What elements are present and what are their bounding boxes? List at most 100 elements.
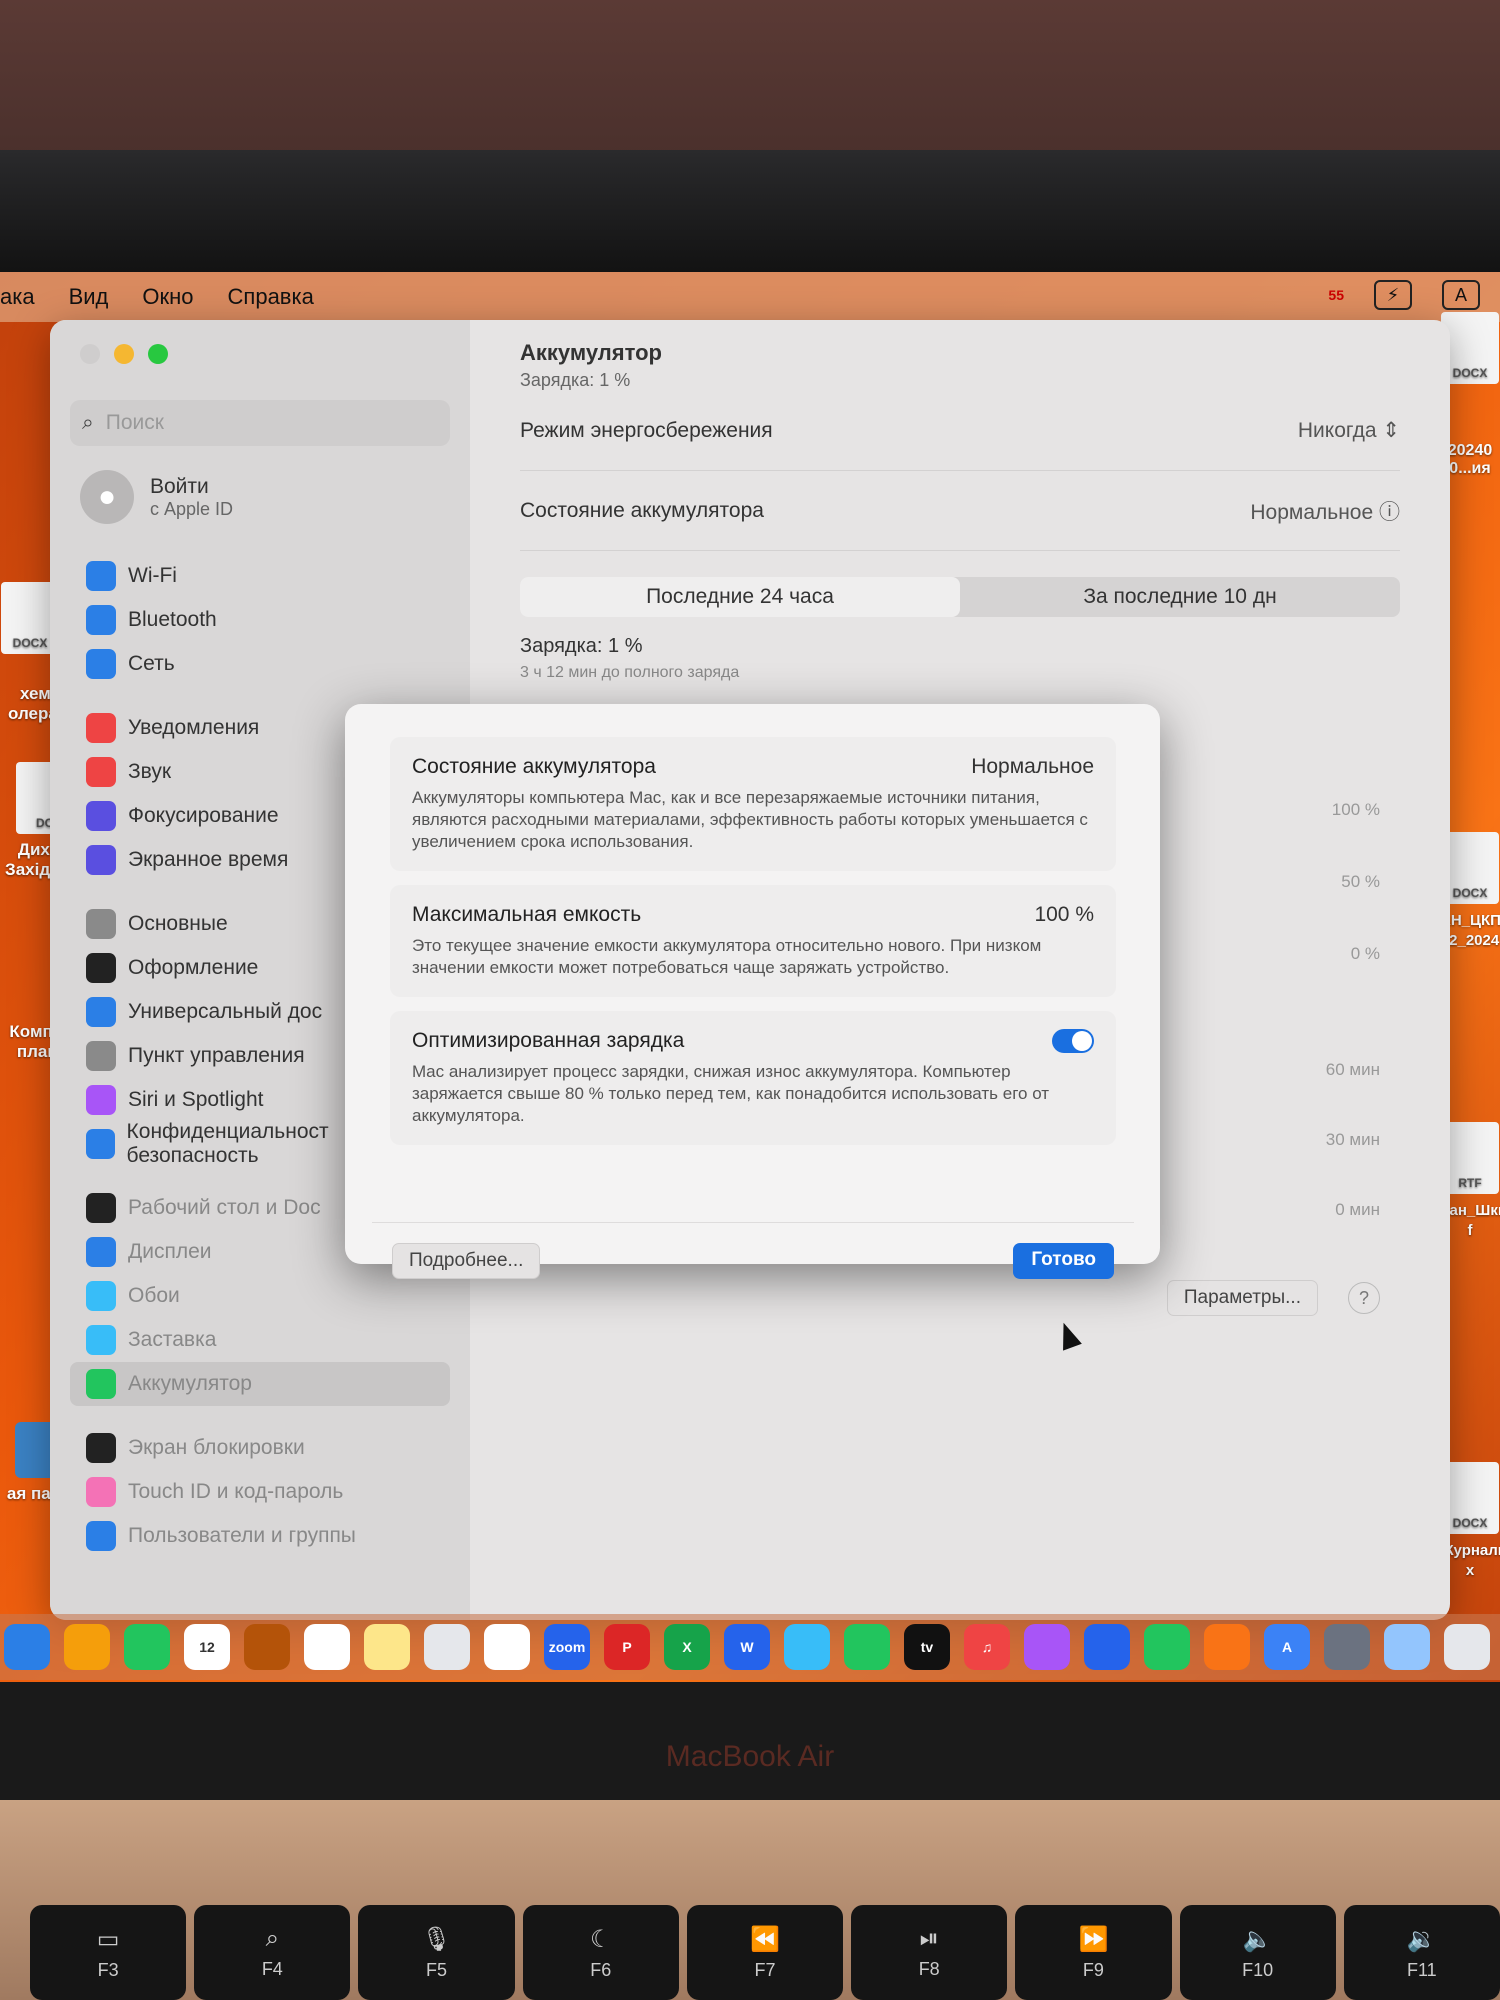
period-segmented-control: Последние 24 часа За последние 10 дн <box>520 577 1400 617</box>
key-f11[interactable]: 🔉 F11 <box>1343 1905 1500 2000</box>
podcasts-icon[interactable] <box>1024 1624 1070 1670</box>
key-f9[interactable]: ⏩ F9 <box>1015 1905 1172 2000</box>
close-button[interactable] <box>80 344 100 364</box>
health-title: Состояние аккумулятора <box>412 755 656 778</box>
axis-label-0min: 0 мин <box>1335 1200 1380 1219</box>
options-button[interactable]: Параметры... <box>1166 1280 1318 1316</box>
hand-icon <box>86 1129 115 1159</box>
wallpaper-icon <box>86 1281 116 1311</box>
more-info-button[interactable]: Подробнее... <box>392 1243 541 1279</box>
sidebar-item-screensaver[interactable]: Заставка <box>70 1318 450 1362</box>
notes-icon[interactable] <box>364 1624 410 1670</box>
capacity-value: 100 % <box>1034 903 1094 926</box>
battery-charging-icon[interactable]: ⚡ <box>1374 280 1412 310</box>
minimize-button[interactable] <box>114 344 134 364</box>
sidebar-item-label: Экран блокировки <box>128 1436 305 1459</box>
search-icon: ⌕ <box>82 411 94 434</box>
help-button[interactable]: ? <box>1348 1282 1380 1314</box>
health-description: Аккумуляторы компьютера Mac, как и все п… <box>412 788 1088 851</box>
menu-item-view[interactable]: Вид <box>69 284 109 310</box>
key-label: F9 <box>1082 1959 1104 1980</box>
key-symbol-icon: ⏯ <box>919 1925 939 1952</box>
zoom-button[interactable] <box>148 344 168 364</box>
lock-icon <box>86 1433 116 1463</box>
apple-id-login[interactable]: ● Войти с Apple ID <box>70 470 450 524</box>
avatar-icon: ● <box>80 470 134 524</box>
input-source-icon[interactable]: A <box>1442 280 1480 310</box>
login-title: Войти <box>150 474 209 498</box>
key-label: F10 <box>1242 1959 1274 1980</box>
tab-10d[interactable]: За последние 10 дн <box>960 577 1400 617</box>
key-f4[interactable]: ⌕ F4 <box>194 1905 351 2000</box>
key-f8[interactable]: ⏯ F8 <box>851 1905 1008 2000</box>
capacity-title: Максимальная емкость <box>412 903 642 926</box>
key-symbol-icon: 🔈 <box>1242 1925 1273 1953</box>
powerpoint-icon[interactable]: P <box>604 1624 650 1670</box>
optimized-charging-toggle[interactable] <box>1052 1029 1094 1053</box>
users-icon <box>86 1521 116 1551</box>
key-label: F5 <box>426 1959 448 1980</box>
reminders-icon[interactable] <box>304 1624 350 1670</box>
sidebar-item-wallpaper[interactable]: Обои <box>70 1274 450 1318</box>
facetime-icon[interactable] <box>124 1624 170 1670</box>
tab-24h[interactable]: Последние 24 часа <box>520 577 960 617</box>
sidebar-item-label: Аккумулятор <box>128 1372 252 1395</box>
search-field[interactable]: ⌕ Поиск <box>70 400 450 446</box>
whatsapp-icon[interactable] <box>844 1624 890 1670</box>
key-f7[interactable]: ⏪ F7 <box>686 1905 844 2000</box>
safari-icon[interactable] <box>424 1624 470 1670</box>
key-label: F8 <box>918 1959 940 1979</box>
key-f5[interactable]: 🎙 F5 <box>358 1905 515 2000</box>
axis-label-0: 0 % <box>1350 944 1380 963</box>
sidebar-item-users[interactable]: Пользователи и группы <box>70 1514 450 1558</box>
menu-item-app[interactable]: ака <box>0 284 35 310</box>
menu-item-help[interactable]: Справка <box>228 284 314 310</box>
appstore-icon[interactable]: A <box>1264 1624 1310 1670</box>
numbers-icon[interactable] <box>1144 1624 1190 1670</box>
sidebar-item-bluetooth[interactable]: Bluetooth <box>70 598 450 642</box>
contacts-icon[interactable] <box>244 1624 290 1670</box>
optimized-title: Оптимизированная зарядка <box>412 1029 685 1052</box>
sidebar-item-label: Уведомления <box>128 716 260 739</box>
sidebar-item-label: Touch ID и код-пароль <box>128 1480 344 1503</box>
photos-icon[interactable] <box>64 1624 110 1670</box>
capacity-card: Максимальная емкость 100 % Это текущее з… <box>390 885 1116 997</box>
done-button[interactable]: Готово <box>1013 1243 1114 1279</box>
sidebar-item-label: Wi-Fi <box>128 564 177 587</box>
keynote-icon[interactable] <box>1084 1624 1130 1670</box>
telegram-icon[interactable] <box>784 1624 830 1670</box>
sidebar-item-label: Пункт управления <box>128 1044 305 1067</box>
preview-icon[interactable] <box>1444 1624 1490 1670</box>
appstore-left-icon[interactable] <box>4 1624 50 1670</box>
zoom-icon[interactable]: zoom <box>544 1624 590 1670</box>
screensaver-icon <box>86 1325 116 1355</box>
sidebar-item-battery[interactable]: Аккумулятор <box>70 1362 450 1406</box>
control-center-icon <box>86 1041 116 1071</box>
notification-badge-icon[interactable]: 55 <box>1328 287 1344 303</box>
key-f10[interactable]: 🔈 F10 <box>1179 1905 1336 2000</box>
appletv-icon[interactable]: tv <box>904 1624 950 1670</box>
music-icon[interactable]: ♫ <box>964 1624 1010 1670</box>
key-label: F3 <box>97 1959 119 1980</box>
excel-icon[interactable]: X <box>664 1624 710 1670</box>
system-settings-icon[interactable] <box>1324 1624 1370 1670</box>
pages-icon[interactable] <box>1204 1624 1250 1670</box>
appearance-icon <box>86 953 116 983</box>
key-f3[interactable]: ▭ F3 <box>30 1905 187 2000</box>
calendar-icon[interactable]: 12 <box>184 1624 230 1670</box>
info-icon[interactable]: ⓘ <box>1379 501 1400 524</box>
hourglass-icon <box>86 845 116 875</box>
laptop-bezel-top <box>0 150 1500 280</box>
capcut-icon[interactable] <box>484 1624 530 1670</box>
axis-label-60min: 60 мин <box>1325 1060 1380 1079</box>
menu-item-window[interactable]: Окно <box>142 284 193 310</box>
word-icon[interactable]: W <box>724 1624 770 1670</box>
power-mode-select[interactable]: Никогда ⇕ <box>1298 418 1400 443</box>
sidebar-item-fingerprint[interactable]: Touch ID и код-пароль <box>70 1470 450 1514</box>
sidebar-item-wifi[interactable]: Wi-Fi <box>70 554 450 598</box>
login-subtitle: с Apple ID <box>150 498 234 519</box>
sidebar-item-globe[interactable]: Сеть <box>70 642 450 686</box>
finder-window-icon[interactable] <box>1384 1624 1430 1670</box>
sidebar-item-lock[interactable]: Экран блокировки <box>70 1426 450 1470</box>
key-f6[interactable]: ☾ F6 <box>522 1905 679 2000</box>
